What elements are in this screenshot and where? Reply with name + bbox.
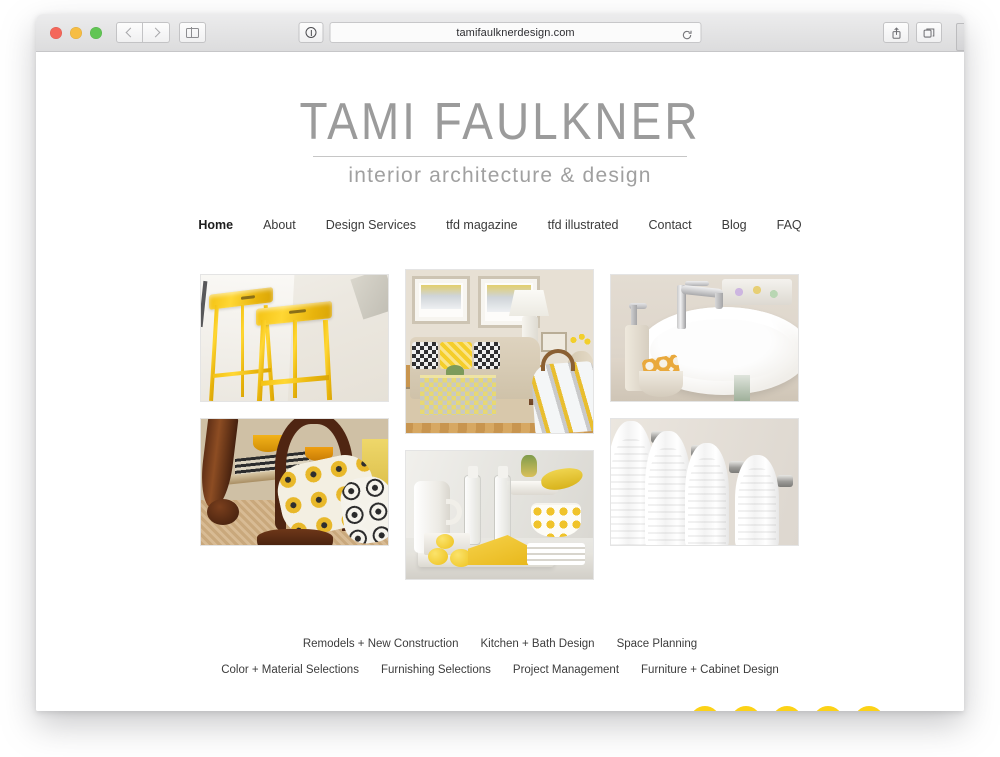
decor-shape [241, 305, 244, 397]
services-row-2: Color + Material Selections Furnishing S… [36, 664, 964, 676]
social-link-facebook[interactable] [772, 706, 802, 711]
decor-shape [531, 503, 581, 537]
social-links [36, 706, 964, 711]
decor-shape [412, 276, 470, 324]
service-item-space-planning[interactable]: Space Planning [606, 638, 709, 650]
navigation-buttons [116, 22, 170, 43]
service-item-kitchen-bath-design[interactable]: Kitchen + Bath Design [469, 638, 605, 650]
social-link-twitter[interactable] [690, 706, 720, 711]
service-item-project-management[interactable]: Project Management [502, 664, 630, 676]
decor-shape [565, 332, 593, 348]
gallery-photo-bathroom-vessel-sink[interactable] [610, 274, 799, 402]
site-logo[interactable]: TAMI FAULKNER interior architecture & de… [36, 52, 964, 188]
show-tabs-button[interactable] [916, 22, 942, 43]
social-link-linkedin[interactable] [813, 706, 843, 711]
reload-button[interactable] [682, 27, 693, 39]
nav-item-faq[interactable]: FAQ [762, 218, 817, 232]
decor-shape [428, 548, 448, 565]
main-navigation: Home About Design Services tfd magazine … [36, 218, 964, 232]
maximize-window-button[interactable] [90, 26, 102, 39]
decor-shape [494, 466, 511, 545]
decor-shape [631, 305, 637, 327]
gallery-photo-living-room-sofa[interactable] [405, 269, 594, 434]
chevron-right-icon [150, 27, 160, 38]
decor-shape [509, 290, 549, 316]
decor-shape [420, 375, 496, 415]
services-list: Remodels + New Construction Kitchen + Ba… [36, 638, 964, 676]
decor-shape [209, 304, 219, 401]
decor-shape [521, 455, 537, 477]
decor-shape [207, 499, 239, 525]
forward-button[interactable] [143, 22, 170, 43]
gallery-photo-yellow-bar-stools[interactable] [200, 274, 389, 402]
decor-shape [639, 371, 683, 397]
service-item-furnishing-selections[interactable]: Furnishing Selections [370, 664, 502, 676]
back-button[interactable] [116, 22, 143, 43]
nav-item-home[interactable]: Home [183, 218, 248, 232]
logo-divider [313, 156, 687, 157]
address-bar[interactable]: tamifaulknerdesign.com [329, 22, 702, 43]
browser-window: tamifaulknerdesign.com TAMI FAULKNER int… [36, 14, 964, 711]
nav-item-about[interactable]: About [248, 218, 311, 232]
address-bar-area: tamifaulknerdesign.com [298, 22, 702, 43]
decor-shape [474, 342, 500, 369]
decor-shape [777, 475, 793, 487]
decor-shape [436, 534, 454, 549]
nav-item-tfd-magazine[interactable]: tfd magazine [431, 218, 533, 232]
share-button[interactable] [883, 22, 909, 43]
decor-shape [530, 360, 593, 433]
decor-shape [350, 275, 388, 320]
window-controls [50, 26, 102, 39]
decor-shape [685, 443, 729, 545]
decor-shape [412, 342, 438, 369]
gallery-photo-wood-furniture-bolster-pillow[interactable] [200, 418, 389, 546]
logo-tagline: interior architecture & design [348, 164, 652, 187]
decor-shape [715, 293, 723, 309]
gallery-photo-white-towels-on-hooks[interactable] [610, 418, 799, 546]
gallery-photo-kitchen-still-life[interactable] [405, 450, 594, 580]
toolbar-right-tools [883, 22, 942, 43]
url-text: tamifaulknerdesign.com [456, 26, 575, 39]
new-tab-button[interactable]: + [956, 23, 964, 51]
nav-item-design-services[interactable]: Design Services [311, 218, 431, 232]
photo-gallery [200, 269, 800, 580]
gallery-column-center [405, 269, 594, 580]
gallery-column-right [610, 269, 799, 546]
page-content: TAMI FAULKNER interior architecture & de… [36, 52, 964, 711]
site-info-button[interactable] [298, 22, 324, 43]
decor-shape [735, 455, 779, 545]
services-row-1: Remodels + New Construction Kitchen + Ba… [36, 638, 964, 650]
close-window-button[interactable] [50, 26, 62, 39]
decor-shape [201, 280, 208, 328]
info-icon [305, 27, 317, 38]
decor-shape [722, 279, 792, 305]
decor-shape [734, 375, 750, 401]
nav-item-blog[interactable]: Blog [707, 218, 762, 232]
decor-shape [527, 543, 585, 565]
decor-shape [257, 529, 333, 545]
browser-toolbar: tamifaulknerdesign.com [36, 14, 964, 52]
service-item-remodels-new-construction[interactable]: Remodels + New Construction [292, 638, 470, 650]
nav-item-contact[interactable]: Contact [634, 218, 707, 232]
service-item-color-material-selections[interactable]: Color + Material Selections [210, 664, 370, 676]
nav-item-tfd-illustrated[interactable]: tfd illustrated [533, 218, 634, 232]
toggle-sidebar-button[interactable] [179, 22, 206, 43]
social-link-email[interactable] [854, 706, 884, 711]
social-link-instagram[interactable] [731, 706, 761, 711]
chevron-left-icon [125, 27, 136, 38]
service-item-furniture-cabinet-design[interactable]: Furniture + Cabinet Design [630, 664, 790, 676]
logo-wordmark: TAMI FAULKNER [299, 91, 701, 151]
decor-shape [322, 319, 333, 401]
minimize-window-button[interactable] [70, 26, 82, 39]
sidebar-icon [186, 27, 199, 38]
decor-shape [293, 320, 297, 398]
decor-shape [256, 319, 267, 401]
gallery-column-left [200, 269, 389, 546]
